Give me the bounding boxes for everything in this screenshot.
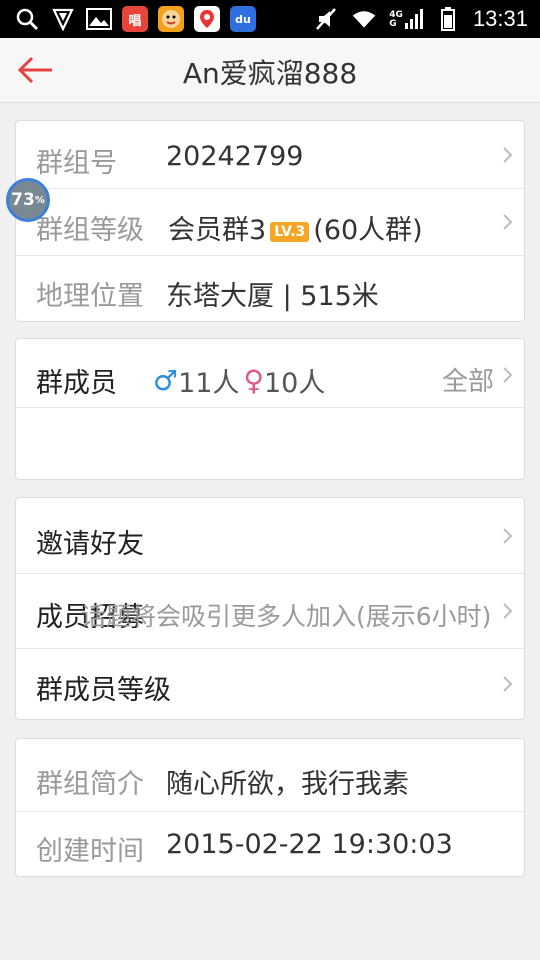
group-level-value: 会员群3 LV.3 (60人群) (168, 208, 423, 247)
member-count: ♂ 11人 ♀ 10人 (153, 361, 325, 400)
all-members-link[interactable]: 全部 (442, 361, 494, 398)
actions-card: 邀请好友 成员招募 话题将会吸引更多人加入(展示6小时) 群成员等级 (15, 497, 525, 720)
group-id-value: 20242799 (166, 141, 304, 172)
floating-memory-indicator[interactable]: 73% (6, 178, 50, 222)
group-info-card: 群组号 20242799 群组等级 会员群3 LV.3 (60人群) 地理位置 东塔… (15, 120, 525, 322)
image-icon (86, 6, 112, 32)
page-title: An爱疯溜888 (182, 57, 358, 90)
shield-icon (50, 6, 76, 32)
level-name: 会员群3 (168, 215, 267, 246)
invite-friends-row[interactable]: 邀请好友 (16, 498, 524, 574)
group-level-label: 群组等级 (36, 215, 144, 246)
map-app-icon (194, 6, 220, 32)
members-card: 群成员 ♂ 11人 ♀ 10人 全部 (15, 338, 525, 480)
created-time-value: 2015-02-22 19:30:03 (166, 829, 453, 860)
group-id-row[interactable]: 群组号 20242799 (16, 121, 524, 189)
mute-icon (313, 6, 339, 32)
intro-value: 随心所欲，我行我素 (166, 769, 409, 800)
chevron-right-icon (503, 147, 512, 163)
member-recruit-row[interactable]: 成员招募 话题将会吸引更多人加入(展示6小时) (16, 573, 524, 649)
chevron-right-icon (503, 676, 512, 692)
members-row[interactable]: 群成员 ♂ 11人 ♀ 10人 全部 (16, 339, 524, 408)
members-label: 群成员 (36, 368, 117, 399)
status-bar: 唱 du 4G G 13:31 (0, 0, 540, 38)
created-time-row: 创建时间 2015-02-22 19:30:03 (16, 811, 524, 876)
member-level-label: 群成员等级 (36, 675, 171, 706)
location-value: 东塔大厦 | 515米 (166, 281, 379, 312)
music-app-icon: 唱 (122, 6, 148, 32)
invite-friends-label: 邀请好友 (36, 529, 144, 560)
baidu-app-icon: du (230, 6, 256, 32)
member-avatars-area (16, 407, 524, 479)
chevron-right-icon (503, 528, 512, 544)
group-level-row[interactable]: 群组等级 会员群3 LV.3 (60人群) (16, 188, 524, 256)
recruit-hint-text: 话题将会吸引更多人加入(展示6小时) (81, 602, 492, 631)
location-label: 地理位置 (36, 281, 144, 312)
female-icon: ♀ (243, 364, 264, 397)
group-id-label: 群组号 (36, 148, 117, 179)
chevron-right-icon (503, 214, 512, 230)
signal-icon: 4G G (389, 9, 423, 29)
intro-label: 群组简介 (36, 769, 144, 800)
level-capacity: (60人群) (313, 215, 423, 246)
member-level-row[interactable]: 群成员等级 (16, 648, 524, 719)
chevron-right-icon (503, 367, 512, 383)
created-time-label: 创建时间 (36, 836, 144, 867)
chevron-right-icon (503, 603, 512, 619)
wifi-icon (351, 6, 377, 32)
female-count: 10人 (263, 368, 326, 399)
intro-row: 群组简介 随心所欲，我行我素 (16, 739, 524, 812)
intro-card: 群组简介 随心所欲，我行我素 创建时间 2015-02-22 19:30:03 (15, 738, 525, 877)
level-badge: LV.3 (270, 221, 310, 242)
title-bar: An爱疯溜888 (0, 38, 540, 103)
location-row: 地理位置 东塔大厦 | 515米 (16, 255, 524, 321)
battery-icon (435, 6, 461, 32)
search-icon (14, 6, 40, 32)
clock: 13:31 (472, 6, 528, 31)
game-app-icon (158, 6, 184, 32)
male-count: 11人 (178, 368, 240, 399)
male-icon: ♂ (153, 364, 179, 397)
